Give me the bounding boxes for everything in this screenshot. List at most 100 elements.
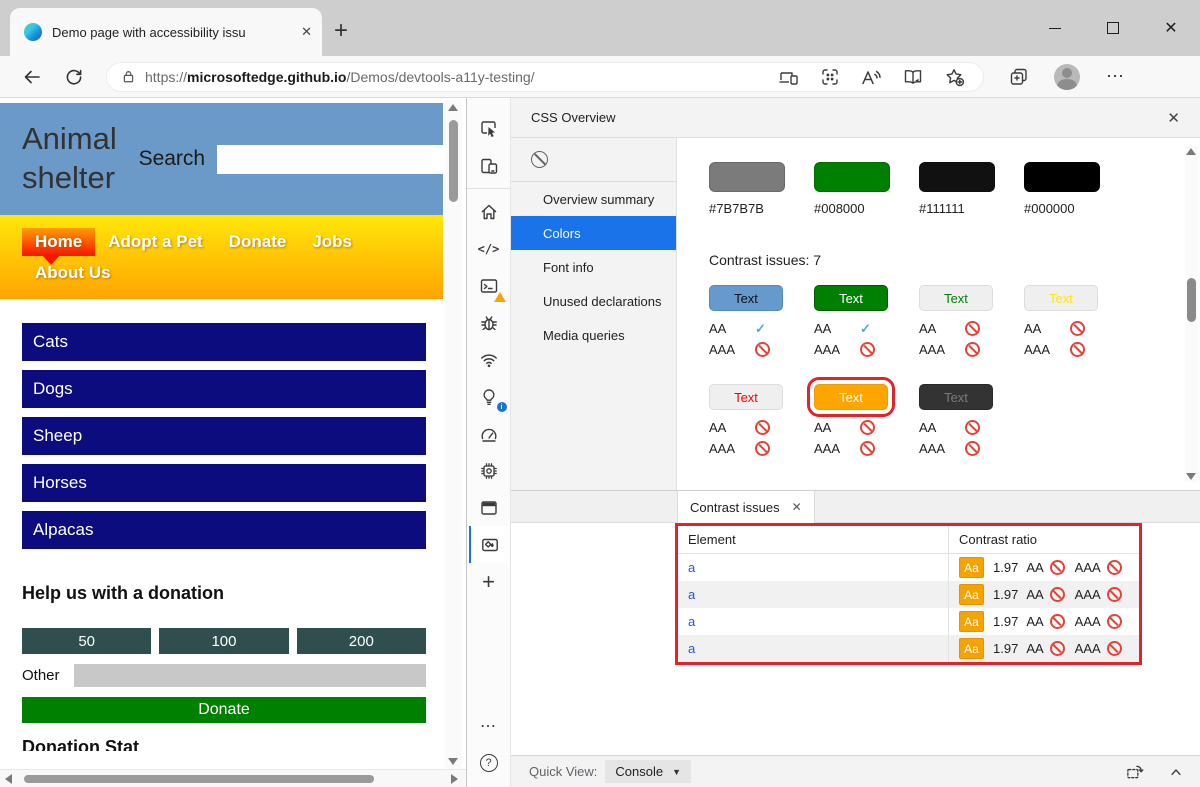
- category-button-sheep[interactable]: Sheep: [22, 417, 426, 455]
- nav-item-adopt-a-pet[interactable]: Adopt a Pet: [95, 228, 215, 256]
- apps-grid-icon[interactable]: [820, 67, 840, 87]
- minimize-button[interactable]: [1026, 0, 1084, 56]
- page-horizontal-scrollbar[interactable]: [0, 769, 466, 787]
- collections-icon[interactable]: [1008, 66, 1030, 88]
- maximize-button[interactable]: [1084, 0, 1142, 56]
- immersive-reader-icon[interactable]: [902, 67, 924, 87]
- contrast-issue-row[interactable]: aAa1.97AAAAA: [678, 581, 1139, 608]
- minimize-icon: [1049, 28, 1061, 29]
- contrast-sample-button[interactable]: Text: [709, 384, 783, 410]
- horizontal-scroll-thumb[interactable]: [24, 775, 374, 783]
- refresh-button[interactable]: [64, 67, 84, 87]
- element-link[interactable]: a: [688, 587, 695, 602]
- browser-tab[interactable]: Demo page with accessibility issu ✕: [10, 8, 322, 56]
- scroll-down-icon[interactable]: [448, 758, 458, 765]
- amount-button-200[interactable]: 200: [297, 628, 426, 654]
- nav-item-donate[interactable]: Donate: [216, 228, 300, 256]
- address-bar[interactable]: https://microsoftedge.github.io/Demos/de…: [106, 62, 984, 92]
- url-text[interactable]: https://microsoftedge.github.io/Demos/de…: [145, 69, 535, 85]
- expand-quick-view-icon[interactable]: [1125, 762, 1144, 781]
- search-input[interactable]: [217, 145, 443, 174]
- debugger-bug-icon[interactable]: [469, 304, 509, 341]
- contrast-sample-button[interactable]: Text: [709, 285, 783, 311]
- content-scroll-thumb[interactable]: [1187, 278, 1196, 322]
- new-tab-button[interactable]: +: [334, 16, 348, 46]
- performance-gauge-icon[interactable]: [469, 415, 509, 452]
- other-amount-input[interactable]: [74, 664, 426, 687]
- contrast-issue-row[interactable]: a Aa1.97AAAAA: [678, 608, 1139, 635]
- contrast-issues-table: Element Contrast ratio aAa1.97AAAAAaAa1.…: [675, 523, 1142, 665]
- add-tools-icon[interactable]: +: [469, 563, 509, 600]
- contrast-sample-button[interactable]: Text: [919, 384, 993, 410]
- contrast-ratio-cell: Aa1.97AAAAA: [949, 608, 1139, 635]
- help-icon[interactable]: ?: [469, 744, 509, 781]
- category-button-horses[interactable]: Horses: [22, 464, 426, 502]
- nav-item-about-us[interactable]: About Us: [35, 263, 443, 283]
- color-swatch[interactable]: [814, 162, 890, 192]
- contrast-issue-row[interactable]: aAa1.97AAAAA: [678, 635, 1139, 662]
- color-swatch[interactable]: [919, 162, 995, 192]
- back-button[interactable]: [22, 67, 42, 87]
- welcome-home-icon[interactable]: [469, 193, 509, 230]
- scroll-up-icon[interactable]: [1186, 148, 1196, 155]
- elements-panel-icon[interactable]: </>: [469, 230, 509, 267]
- contrast-issues-tab[interactable]: Contrast issues ✕: [677, 491, 815, 523]
- browser-menu-button[interactable]: ⋯: [1106, 66, 1125, 87]
- nav-item-home[interactable]: Home: [22, 228, 95, 256]
- column-element: Element: [678, 526, 949, 553]
- collapse-quick-view-icon[interactable]: [1168, 764, 1184, 780]
- css-overview-panel-icon[interactable]: [469, 526, 509, 563]
- element-link[interactable]: a: [688, 560, 695, 575]
- memory-chip-icon[interactable]: [469, 452, 509, 489]
- scroll-down-icon[interactable]: [1186, 473, 1196, 480]
- donate-button[interactable]: Donate: [22, 697, 426, 723]
- panel-close-icon[interactable]: ✕: [1167, 109, 1180, 127]
- inspect-element-icon[interactable]: [469, 110, 509, 147]
- contrast-sample-button[interactable]: Text: [919, 285, 993, 311]
- contrast-sample-button[interactable]: Text: [1024, 285, 1098, 311]
- scroll-left-icon[interactable]: [5, 774, 12, 784]
- content-scrollbar[interactable]: [1185, 146, 1198, 482]
- color-swatch[interactable]: [709, 162, 785, 192]
- clear-overview-icon[interactable]: [531, 151, 548, 168]
- window-close-button[interactable]: ✕: [1142, 0, 1200, 56]
- sidebar-item-unused-declarations[interactable]: Unused declarations: [511, 284, 676, 318]
- sidebar-item-colors[interactable]: Colors: [511, 216, 676, 250]
- amount-button-100[interactable]: 100: [159, 628, 288, 654]
- contrast-sample-button[interactable]: Text: [814, 384, 888, 410]
- console-panel-icon[interactable]: [469, 267, 509, 304]
- grade-label: AAA: [919, 342, 955, 357]
- color-swatch[interactable]: [1024, 162, 1100, 192]
- grade-label: AAA: [709, 342, 745, 357]
- hints-lightbulb-icon[interactable]: i: [469, 378, 509, 415]
- sidebar-item-font-info[interactable]: Font info: [511, 250, 676, 284]
- element-link[interactable]: a: [688, 614, 695, 629]
- more-tools-icon[interactable]: ⋯: [469, 707, 509, 744]
- screencast-icon[interactable]: [778, 67, 800, 87]
- network-panel-icon[interactable]: [469, 341, 509, 378]
- amount-button-50[interactable]: 50: [22, 628, 151, 654]
- sidebar-item-overview-summary[interactable]: Overview summary: [511, 182, 676, 216]
- category-button-dogs[interactable]: Dogs: [22, 370, 426, 408]
- element-link[interactable]: a: [688, 641, 695, 656]
- category-button-cats[interactable]: Cats: [22, 323, 426, 361]
- read-aloud-icon[interactable]: [860, 67, 882, 87]
- tab-close-icon[interactable]: ✕: [301, 24, 312, 40]
- quick-view-select[interactable]: Console ▼: [605, 760, 691, 783]
- scroll-right-icon[interactable]: [451, 774, 458, 784]
- add-favorites-icon[interactable]: [944, 67, 965, 87]
- contrast-sample-button[interactable]: Text: [814, 285, 888, 311]
- sidebar-item-media-queries[interactable]: Media queries: [511, 318, 676, 352]
- lock-icon[interactable]: [121, 69, 136, 84]
- profile-avatar[interactable]: [1054, 64, 1080, 90]
- scroll-up-icon[interactable]: [448, 104, 458, 111]
- page-vertical-scrollbar[interactable]: [445, 100, 462, 769]
- site-title: Animal shelter: [22, 120, 135, 198]
- device-emulation-icon[interactable]: [469, 147, 509, 184]
- application-panel-icon[interactable]: [469, 489, 509, 526]
- contrast-issue-row[interactable]: aAa1.97AAAAA: [678, 554, 1139, 581]
- tab-close-icon[interactable]: ✕: [792, 500, 802, 514]
- category-button-alpacas[interactable]: Alpacas: [22, 511, 426, 549]
- nav-item-jobs[interactable]: Jobs: [299, 228, 365, 256]
- vertical-scroll-thumb[interactable]: [449, 120, 458, 202]
